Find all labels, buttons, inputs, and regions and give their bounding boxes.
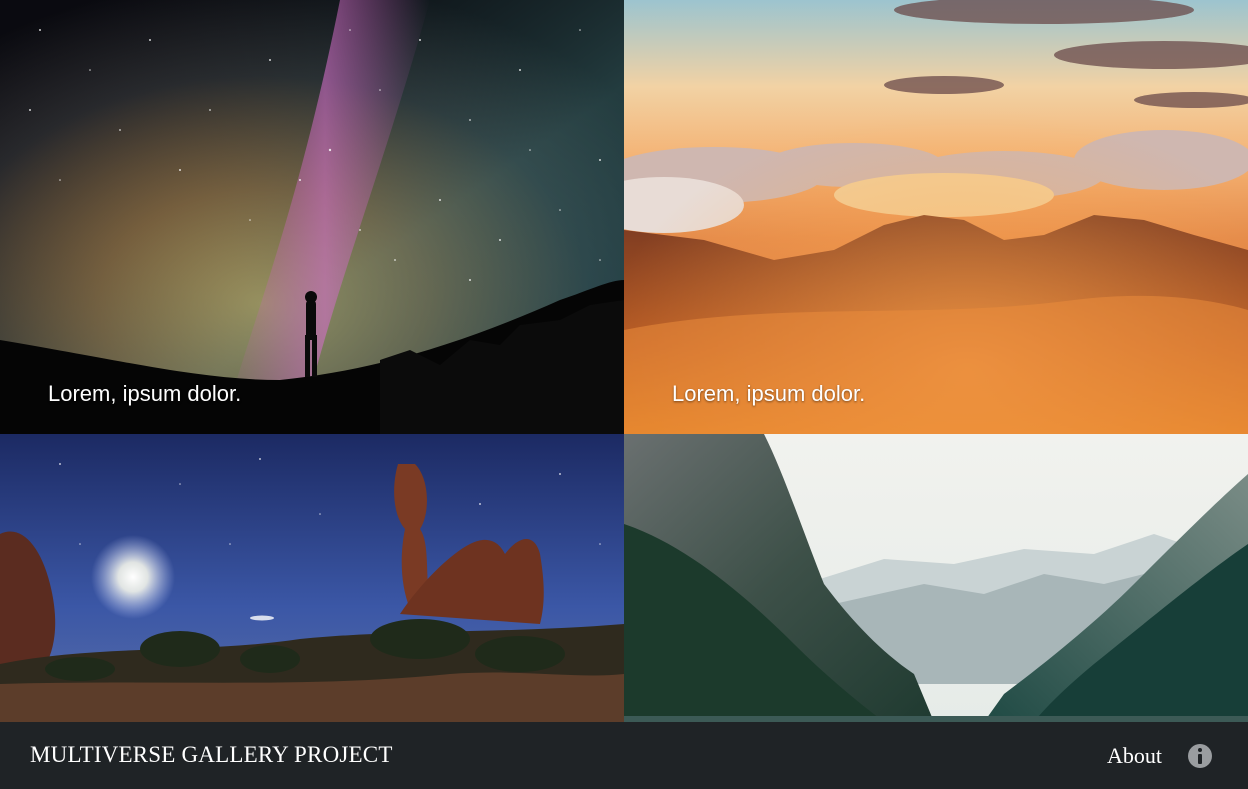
gallery-tile-alpine-lake[interactable] — [624, 434, 1248, 722]
gallery-tile-desert-night[interactable] — [0, 434, 624, 722]
gallery-grid: Lorem, ipsum dolor. Lorem, ipsum dolor. — [0, 0, 1248, 722]
gallery-tile-sunset-mountains[interactable]: Lorem, ipsum dolor. — [624, 0, 1248, 434]
about-link[interactable]: About — [1107, 743, 1162, 769]
milky-way-image — [0, 0, 624, 434]
info-icon-dot — [1198, 748, 1202, 752]
footer-bar: MULTIVERSE GALLERY PROJECT About — [0, 722, 1248, 789]
desert-night-image — [0, 434, 624, 722]
sunset-mountains-image — [624, 0, 1248, 434]
tile-caption: Lorem, ipsum dolor. — [672, 381, 866, 406]
site-title[interactable]: MULTIVERSE GALLERY PROJECT — [30, 742, 393, 768]
tile-caption: Lorem, ipsum dolor. — [48, 381, 242, 406]
alpine-lake-image — [624, 434, 1248, 722]
info-icon-bar — [1198, 754, 1202, 764]
gallery-tile-milky-way[interactable]: Lorem, ipsum dolor. — [0, 0, 624, 434]
info-icon[interactable] — [1188, 744, 1212, 768]
